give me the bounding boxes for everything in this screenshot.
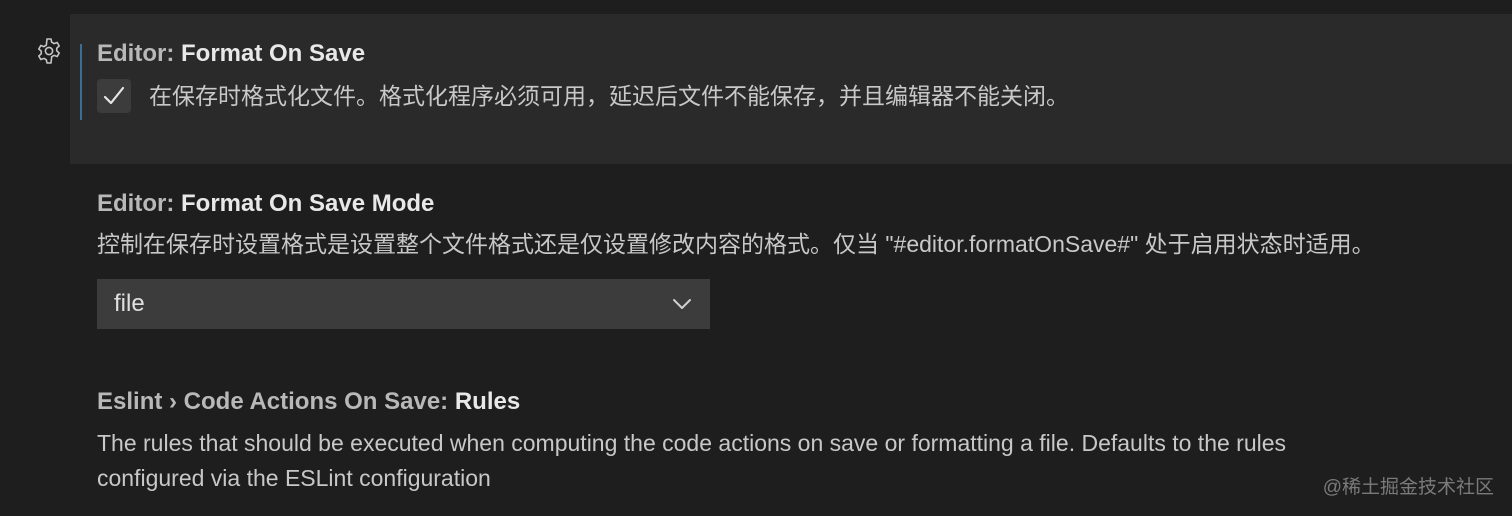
setting-name: Rules (454, 388, 521, 415)
format-on-save-checkbox[interactable] (97, 79, 131, 113)
setting-name: Format On Save Mode (181, 190, 435, 217)
settings-editor: Editor: Format On Save 在保存时格式化文件。格式化程序必须… (0, 0, 1512, 516)
gear-icon[interactable] (34, 36, 64, 66)
setting-title-format-on-save-mode: Editor: Format On Save Mode (97, 189, 434, 219)
setting-category: Editor: (97, 40, 181, 67)
setting-title-eslint-rules: Eslint › Code Actions On Save: Rules (97, 387, 520, 417)
chevron-down-icon (668, 290, 696, 318)
setting-name: Format On Save (181, 40, 366, 67)
setting-title-format-on-save: Editor: Format On Save (97, 39, 365, 69)
check-icon (103, 86, 125, 105)
setting-description-eslint-rules-line2: configured via the ESLint configuration (97, 465, 491, 491)
setting-description-eslint-rules-line1: The rules that should be executed when c… (97, 430, 1287, 456)
watermark: @稀土掘金技术社区 (1322, 477, 1494, 498)
setting-category: Eslint › Code Actions On Save: (97, 388, 455, 415)
top-strip (0, 0, 1512, 14)
format-on-save-mode-select[interactable]: file (97, 279, 710, 329)
setting-description-format-on-save: 在保存时格式化文件。格式化程序必须可用，延迟后文件不能保存，并且编辑器不能关闭。 (149, 83, 1069, 109)
setting-category: Editor: (97, 190, 181, 217)
select-value: file (114, 290, 145, 317)
setting-description-format-on-save-mode: 控制在保存时设置格式是设置整个文件格式还是仅设置修改内容的格式。仅当 "#edi… (97, 231, 1375, 257)
focus-indicator (80, 44, 82, 120)
